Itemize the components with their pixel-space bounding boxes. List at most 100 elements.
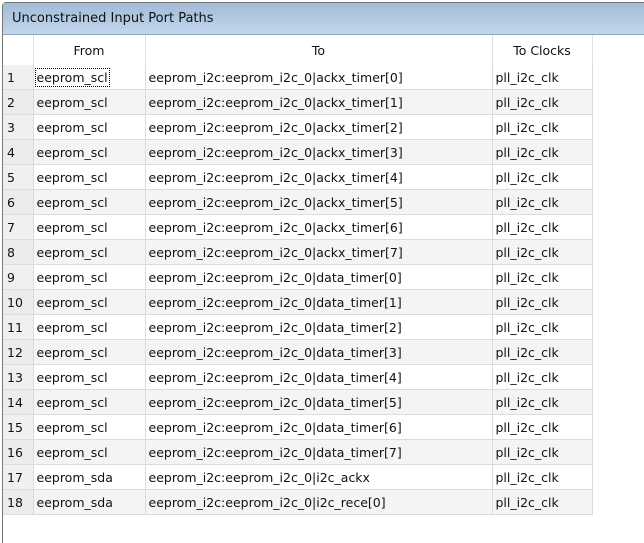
table-row[interactable]: 3 eeprom_scl eeprom_i2c:eeprom_i2c_0|ackx_… (3, 114, 593, 140)
to-cell[interactable]: eeprom_i2c:eeprom_i2c_0|ackx_timer[1] (145, 89, 493, 115)
to-cell[interactable]: eeprom_i2c:eeprom_i2c_0|data_timer[5] (145, 389, 493, 415)
to-clocks-cell[interactable]: pll_i2c_clk (492, 364, 593, 390)
to-cell[interactable]: eeprom_i2c:eeprom_i2c_0|ackx_timer[3] (145, 139, 493, 165)
table-row[interactable]: 8 eeprom_scl eeprom_i2c:eeprom_i2c_0|ackx_… (3, 239, 593, 265)
to-cell[interactable]: eeprom_i2c:eeprom_i2c_0|i2c_rece[0] (145, 489, 493, 515)
from-cell[interactable]: eeprom_scl (33, 239, 146, 265)
from-cell[interactable]: eeprom_scl (33, 439, 146, 465)
table-row[interactable]: 6 eeprom_scl eeprom_i2c:eeprom_i2c_0|ackx_… (3, 189, 593, 215)
to-clocks-cell[interactable]: pll_i2c_clk (492, 114, 593, 140)
from-cell[interactable]: eeprom_scl (33, 289, 146, 315)
to-cell[interactable]: eeprom_i2c:eeprom_i2c_0|ackx_timer[5] (145, 189, 493, 215)
to-clocks-cell[interactable]: pll_i2c_clk (492, 189, 593, 215)
to-cell[interactable]: eeprom_i2c:eeprom_i2c_0|data_timer[0] (145, 264, 493, 290)
from-cell[interactable]: eeprom_scl (33, 314, 146, 340)
to-clocks-cell[interactable]: pll_i2c_clk (492, 314, 593, 340)
to-cell-text: eeprom_i2c:eeprom_i2c_0|ackx_timer[6] (148, 219, 403, 235)
row-number[interactable]: 1 (3, 65, 34, 90)
to-cell[interactable]: eeprom_i2c:eeprom_i2c_0|ackx_timer[4] (145, 164, 493, 190)
table-row[interactable]: 2 eeprom_scl eeprom_i2c:eeprom_i2c_0|ackx_… (3, 89, 593, 115)
row-number[interactable]: 15 (3, 414, 34, 440)
to-cell-text: eeprom_i2c:eeprom_i2c_0|ackx_timer[1] (148, 94, 403, 110)
table-row[interactable]: 11 eeprom_scl eeprom_i2c:eeprom_i2c_0|data… (3, 314, 593, 340)
row-number[interactable]: 6 (3, 189, 34, 215)
row-number[interactable]: 7 (3, 214, 34, 240)
from-cell-text: eeprom_scl (36, 344, 108, 360)
table-row[interactable]: 5 eeprom_scl eeprom_i2c:eeprom_i2c_0|ackx_… (3, 164, 593, 190)
to-cell[interactable]: eeprom_i2c:eeprom_i2c_0|i2c_ackx (145, 464, 493, 490)
row-number[interactable]: 13 (3, 364, 34, 390)
to-cell[interactable]: eeprom_i2c:eeprom_i2c_0|ackx_timer[7] (145, 239, 493, 265)
row-number[interactable]: 8 (3, 239, 34, 265)
to-clocks-cell[interactable]: pll_i2c_clk (492, 89, 593, 115)
from-cell[interactable]: eeprom_scl (33, 65, 146, 90)
from-cell[interactable]: eeprom_sda (33, 489, 146, 515)
header-to-clocks[interactable]: To Clocks (492, 35, 593, 65)
from-cell[interactable]: eeprom_scl (33, 114, 146, 140)
to-clocks-cell[interactable]: pll_i2c_clk (492, 214, 593, 240)
from-cell[interactable]: eeprom_scl (33, 164, 146, 190)
to-clocks-cell[interactable]: pll_i2c_clk (492, 414, 593, 440)
to-cell[interactable]: eeprom_i2c:eeprom_i2c_0|ackx_timer[6] (145, 214, 493, 240)
table-row[interactable]: 10 eeprom_scl eeprom_i2c:eeprom_i2c_0|data… (3, 289, 593, 315)
from-cell[interactable]: eeprom_scl (33, 339, 146, 365)
from-cell[interactable]: eeprom_scl (33, 364, 146, 390)
to-clocks-cell[interactable]: pll_i2c_clk (492, 264, 593, 290)
to-clocks-cell[interactable]: pll_i2c_clk (492, 464, 593, 490)
row-number[interactable]: 17 (3, 464, 34, 490)
to-clocks-cell[interactable]: pll_i2c_clk (492, 139, 593, 165)
row-number[interactable]: 9 (3, 264, 34, 290)
table-row[interactable]: 1 eeprom_scl eeprom_i2c:eeprom_i2c_0|ackx_… (3, 65, 593, 90)
to-clocks-cell[interactable]: pll_i2c_clk (492, 389, 593, 415)
row-number[interactable]: 3 (3, 114, 34, 140)
table-row[interactable]: 12 eeprom_scl eeprom_i2c:eeprom_i2c_0|data… (3, 339, 593, 365)
row-number[interactable]: 2 (3, 89, 34, 115)
to-clocks-cell[interactable]: pll_i2c_clk (492, 239, 593, 265)
from-cell[interactable]: eeprom_scl (33, 214, 146, 240)
row-number[interactable]: 16 (3, 439, 34, 465)
header-from[interactable]: From (33, 35, 146, 65)
from-cell-text: eeprom_scl (36, 119, 108, 135)
to-clocks-cell[interactable]: pll_i2c_clk (492, 289, 593, 315)
to-cell[interactable]: eeprom_i2c:eeprom_i2c_0|data_timer[3] (145, 339, 493, 365)
table-row[interactable]: 17 eeprom_sda eeprom_i2c:eeprom_i2c_0|i2c_… (3, 464, 593, 490)
from-cell[interactable]: eeprom_scl (33, 389, 146, 415)
to-cell-text: eeprom_i2c:eeprom_i2c_0|ackx_timer[5] (148, 194, 403, 210)
from-cell[interactable]: eeprom_scl (33, 139, 146, 165)
row-number[interactable]: 18 (3, 489, 34, 515)
from-cell[interactable]: eeprom_sda (33, 464, 146, 490)
to-cell[interactable]: eeprom_i2c:eeprom_i2c_0|ackx_timer[0] (145, 65, 493, 90)
row-number[interactable]: 12 (3, 339, 34, 365)
to-clocks-cell[interactable]: pll_i2c_clk (492, 489, 593, 515)
table-row[interactable]: 16 eeprom_scl eeprom_i2c:eeprom_i2c_0|data… (3, 439, 593, 465)
table-row[interactable]: 7 eeprom_scl eeprom_i2c:eeprom_i2c_0|ackx_… (3, 214, 593, 240)
header-to[interactable]: To (145, 35, 493, 65)
table-row[interactable]: 14 eeprom_scl eeprom_i2c:eeprom_i2c_0|data… (3, 389, 593, 415)
from-cell[interactable]: eeprom_scl (33, 264, 146, 290)
to-cell[interactable]: eeprom_i2c:eeprom_i2c_0|data_timer[2] (145, 314, 493, 340)
table-row[interactable]: 15 eeprom_scl eeprom_i2c:eeprom_i2c_0|data… (3, 414, 593, 440)
row-number[interactable]: 5 (3, 164, 34, 190)
to-clocks-cell[interactable]: pll_i2c_clk (492, 65, 593, 90)
to-clocks-cell[interactable]: pll_i2c_clk (492, 164, 593, 190)
to-clocks-cell[interactable]: pll_i2c_clk (492, 339, 593, 365)
from-cell[interactable]: eeprom_scl (33, 414, 146, 440)
to-cell[interactable]: eeprom_i2c:eeprom_i2c_0|data_timer[1] (145, 289, 493, 315)
table-row[interactable]: 4 eeprom_scl eeprom_i2c:eeprom_i2c_0|ackx_… (3, 139, 593, 165)
table-row[interactable]: 9 eeprom_scl eeprom_i2c:eeprom_i2c_0|data_… (3, 264, 593, 290)
to-clocks-cell[interactable]: pll_i2c_clk (492, 439, 593, 465)
to-cell[interactable]: eeprom_i2c:eeprom_i2c_0|data_timer[6] (145, 414, 493, 440)
table-row[interactable]: 13 eeprom_scl eeprom_i2c:eeprom_i2c_0|data… (3, 364, 593, 390)
from-cell-text: eeprom_scl (36, 144, 108, 160)
to-cell[interactable]: eeprom_i2c:eeprom_i2c_0|data_timer[7] (145, 439, 493, 465)
from-cell[interactable]: eeprom_scl (33, 189, 146, 215)
from-cell[interactable]: eeprom_scl (33, 89, 146, 115)
row-number[interactable]: 10 (3, 289, 34, 315)
header-row-number[interactable] (3, 35, 34, 65)
row-number[interactable]: 14 (3, 389, 34, 415)
to-cell[interactable]: eeprom_i2c:eeprom_i2c_0|data_timer[4] (145, 364, 493, 390)
table-row[interactable]: 18 eeprom_sda eeprom_i2c:eeprom_i2c_0|i2c_… (3, 489, 593, 515)
row-number[interactable]: 4 (3, 139, 34, 165)
row-number[interactable]: 11 (3, 314, 34, 340)
to-cell[interactable]: eeprom_i2c:eeprom_i2c_0|ackx_timer[2] (145, 114, 493, 140)
